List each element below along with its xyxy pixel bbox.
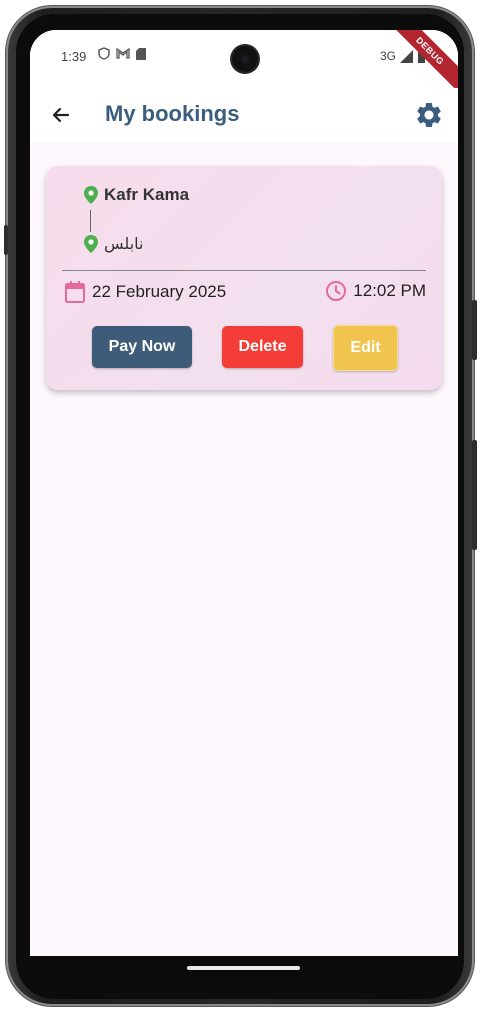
- map-pin-icon: [84, 186, 98, 204]
- gmail-icon: [116, 48, 130, 59]
- origin-location: Kafr Kama: [84, 185, 189, 205]
- settings-button[interactable]: [414, 100, 444, 130]
- front-camera: [232, 46, 258, 72]
- arrow-left-icon: [52, 107, 70, 123]
- page-title: My bookings: [105, 101, 240, 126]
- card-divider: [62, 270, 426, 271]
- date-label: 22 February 2025: [92, 282, 227, 301]
- time-label: 12:02 PM: [353, 281, 426, 300]
- vpn-shield-icon: [98, 47, 110, 60]
- booking-card[interactable]: Kafr Kama نابلس 22 February 2025 12:02 P…: [46, 166, 442, 390]
- signal-icon: [400, 49, 413, 63]
- destination-location: نابلس: [84, 234, 143, 254]
- power-button: [472, 300, 477, 360]
- status-bar: 1:39 3G DEBUG: [30, 30, 458, 100]
- booking-time: 12:02 PM: [325, 280, 426, 302]
- volume-button: [472, 440, 477, 550]
- back-button[interactable]: [46, 100, 76, 130]
- delete-button[interactable]: Delete: [222, 326, 303, 368]
- route-connector: [90, 210, 91, 232]
- booking-date: 22 February 2025: [64, 280, 226, 304]
- app-bar: My bookings: [30, 88, 458, 142]
- clock-icon: [326, 281, 347, 301]
- screen: 1:39 3G DEBUG My bookings Kafr Kama نابل…: [30, 30, 458, 980]
- notification-icons: [98, 47, 146, 60]
- network-type: 3G: [379, 49, 396, 63]
- pay-now-button[interactable]: Pay Now: [92, 326, 192, 368]
- sd-card-icon: [136, 47, 146, 60]
- edit-button[interactable]: Edit: [333, 325, 398, 371]
- home-gesture-handle[interactable]: [187, 966, 300, 970]
- navigation-bar: [30, 956, 458, 982]
- status-time: 1:39: [61, 49, 87, 64]
- calendar-icon: [65, 281, 85, 303]
- destination-label: نابلس: [104, 236, 144, 253]
- gear-icon: [417, 103, 441, 127]
- map-pin-icon: [84, 235, 98, 253]
- origin-label: Kafr Kama: [104, 185, 190, 204]
- side-button-left: [4, 225, 8, 255]
